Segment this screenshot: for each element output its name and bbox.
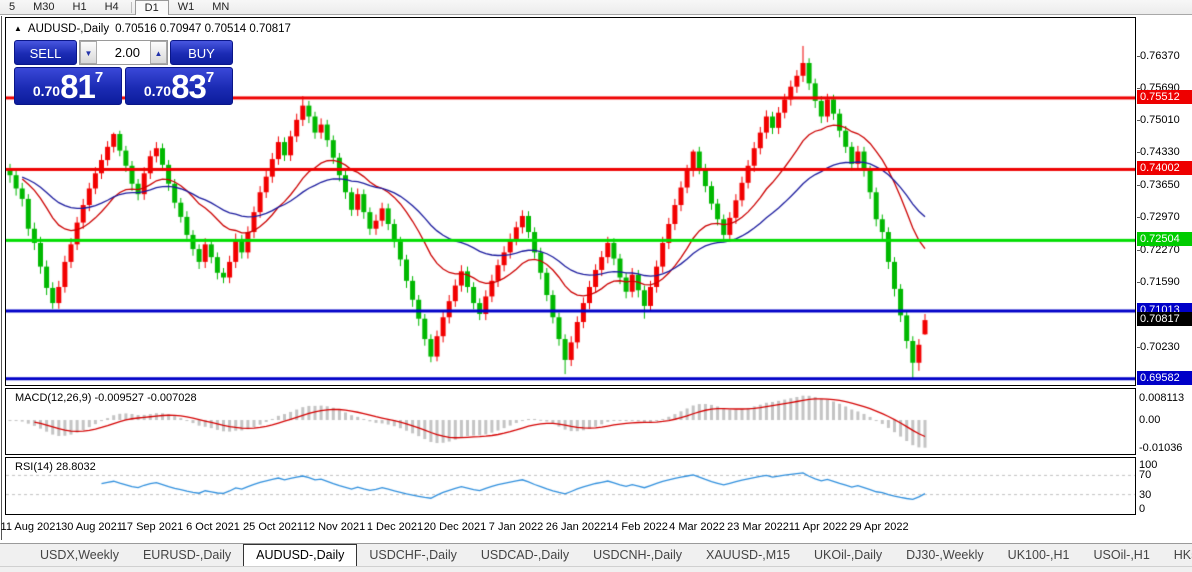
chart-tab-usdx-weekly[interactable]: USDX,Weekly	[28, 545, 131, 566]
sell-button[interactable]: SELL	[14, 40, 77, 65]
date-label: 20 Dec 2021	[423, 521, 487, 533]
macd-axis-label: 0.00	[1139, 414, 1161, 427]
chart-tab-xauusd-m15[interactable]: XAUUSD-,M15	[694, 545, 802, 566]
chart-tab-usdcnh-daily[interactable]: USDCNH-,Daily	[581, 545, 694, 566]
chart-symbol-label: AUDUSD-,Daily	[27, 23, 110, 35]
buy-button[interactable]: BUY	[170, 40, 233, 65]
chart-tab-audusd-daily[interactable]: AUDUSD-,Daily	[243, 544, 358, 567]
timeframe-button-mn[interactable]: MN	[203, 0, 238, 14]
date-label: 29 Apr 2022	[849, 521, 909, 533]
sell-price-sup: 7	[94, 69, 104, 86]
bottom-strip	[0, 566, 1192, 572]
date-label: 23 Mar 2022	[727, 521, 789, 533]
timeframe-button-5[interactable]: 5	[0, 0, 24, 14]
chart-tab-hk50-[interactable]: HK50-,	[1162, 545, 1192, 566]
volume-decrease-button[interactable]: ▼	[80, 41, 97, 64]
rsi-axis-label: 70	[1139, 469, 1152, 482]
current-price-badge: 0.70817	[1137, 312, 1192, 327]
volume-increase-button[interactable]: ▲	[150, 41, 167, 64]
chart-tab-ukoil-daily[interactable]: UKOil-,Daily	[802, 545, 894, 566]
chart-ohlc-values: 0.70516 0.70947 0.70514 0.70817	[115, 23, 291, 35]
price-tick: 0.75010	[1137, 114, 1180, 127]
toolbar-separator	[130, 1, 132, 13]
symbol-triangle-icon: ▲	[14, 23, 22, 33]
chart-tab-uk100-h1[interactable]: UK100-,H1	[996, 545, 1082, 566]
price-tick: 0.70230	[1137, 340, 1180, 353]
volume-stepper: ▼ ▲	[79, 40, 168, 65]
macd-label: MACD(12,26,9) -0.009527 -0.007028	[15, 392, 197, 404]
chart-tab-bar: USDX,Weekly EURUSD-,Daily AUDUSD-,Daily USD…	[0, 543, 1192, 567]
price-tick: 0.71590	[1137, 276, 1180, 289]
date-axis[interactable]: 11 Aug 2021 30 Aug 2021 17 Sep 2021 6 Oct 2…	[1, 517, 1136, 541]
rsi-canvas[interactable]	[6, 458, 1135, 514]
date-label: 1 Dec 2021	[366, 521, 424, 533]
timeframe-button-d1[interactable]: D1	[134, 0, 169, 15]
timeframe-button-h1[interactable]: H1	[64, 0, 96, 14]
date-label: 30 Aug 2021	[61, 521, 123, 533]
chart-tab-eurusd-daily[interactable]: EURUSD-,Daily	[131, 545, 243, 566]
price-tick: 0.76370	[1137, 49, 1180, 62]
buy-price-big: 83	[171, 68, 207, 105]
window-left-edge	[1, 16, 2, 540]
chart-tab-usoil-h1[interactable]: USOil-,H1	[1082, 545, 1162, 566]
date-label: 14 Feb 2022	[606, 521, 668, 533]
rsi-indicator-panel[interactable]: RSI(14) 28.8032	[5, 457, 1136, 515]
date-label: 11 Aug 2021	[0, 521, 62, 533]
date-label: 11 Apr 2022	[788, 521, 848, 533]
price-tick: 0.72970	[1137, 210, 1180, 223]
macd-axis-label: -0.01036	[1139, 441, 1183, 454]
date-label: 6 Oct 2021	[186, 521, 240, 533]
sell-price-display[interactable]: 0.70 81 7	[14, 67, 122, 105]
level-price-badge: 0.74002	[1137, 161, 1192, 176]
buy-price-display[interactable]: 0.70 83 7	[125, 67, 233, 105]
timeframe-button-w1[interactable]: W1	[169, 0, 204, 14]
macd-axis-label: 0.008113	[1139, 392, 1185, 405]
buy-price-sup: 7	[205, 69, 215, 86]
chart-tab-usdcad-daily[interactable]: USDCAD-,Daily	[469, 545, 581, 566]
date-label: 12 Nov 2021	[302, 521, 366, 533]
volume-input[interactable]	[97, 41, 150, 64]
date-label: 7 Jan 2022	[488, 521, 544, 533]
timeframe-button-h4[interactable]: H4	[96, 0, 128, 14]
date-label: 4 Mar 2022	[669, 521, 725, 533]
sell-price-big: 81	[60, 68, 96, 105]
macd-indicator-panel[interactable]: MACD(12,26,9) -0.009527 -0.007028	[5, 388, 1136, 455]
date-label: 26 Jan 2022	[545, 521, 607, 533]
chart-tab-dj30-weekly[interactable]: DJ30-,Weekly	[894, 545, 996, 566]
timeframe-button-m30[interactable]: M30	[24, 0, 63, 14]
level-price-badge: 0.75512	[1137, 89, 1192, 104]
date-label: 25 Oct 2021	[243, 521, 303, 533]
chart-title: ▲ AUDUSD-,Daily 0.70516 0.70947 0.70514 …	[14, 23, 291, 35]
rsi-axis-label: 30	[1139, 488, 1152, 501]
price-tick: 0.74330	[1137, 146, 1180, 159]
level-price-badge: 0.69582	[1137, 370, 1192, 385]
timeframe-toolbar: 5 M30 H1 H4 D1 W1 MN	[0, 0, 1192, 15]
chart-tab-usdchf-daily[interactable]: USDCHF-,Daily	[357, 545, 469, 566]
level-price-badge: 0.72504	[1137, 232, 1192, 247]
date-label: 17 Sep 2021	[120, 521, 184, 533]
buy-price-prefix: 0.70	[143, 83, 172, 99]
sell-price-prefix: 0.70	[32, 83, 61, 99]
rsi-axis-label: 0	[1139, 503, 1146, 515]
one-click-trade-panel: SELL ▼ ▲ BUY 0.70817 0.70837	[14, 40, 233, 105]
mt4-terminal: 5 M30 H1 H4 D1 W1 MN ▲ AUDUSD-,Daily 0.70516 0…	[0, 0, 1192, 572]
rsi-label: RSI(14) 28.8032	[15, 461, 96, 473]
price-tick: 0.73650	[1137, 178, 1180, 191]
